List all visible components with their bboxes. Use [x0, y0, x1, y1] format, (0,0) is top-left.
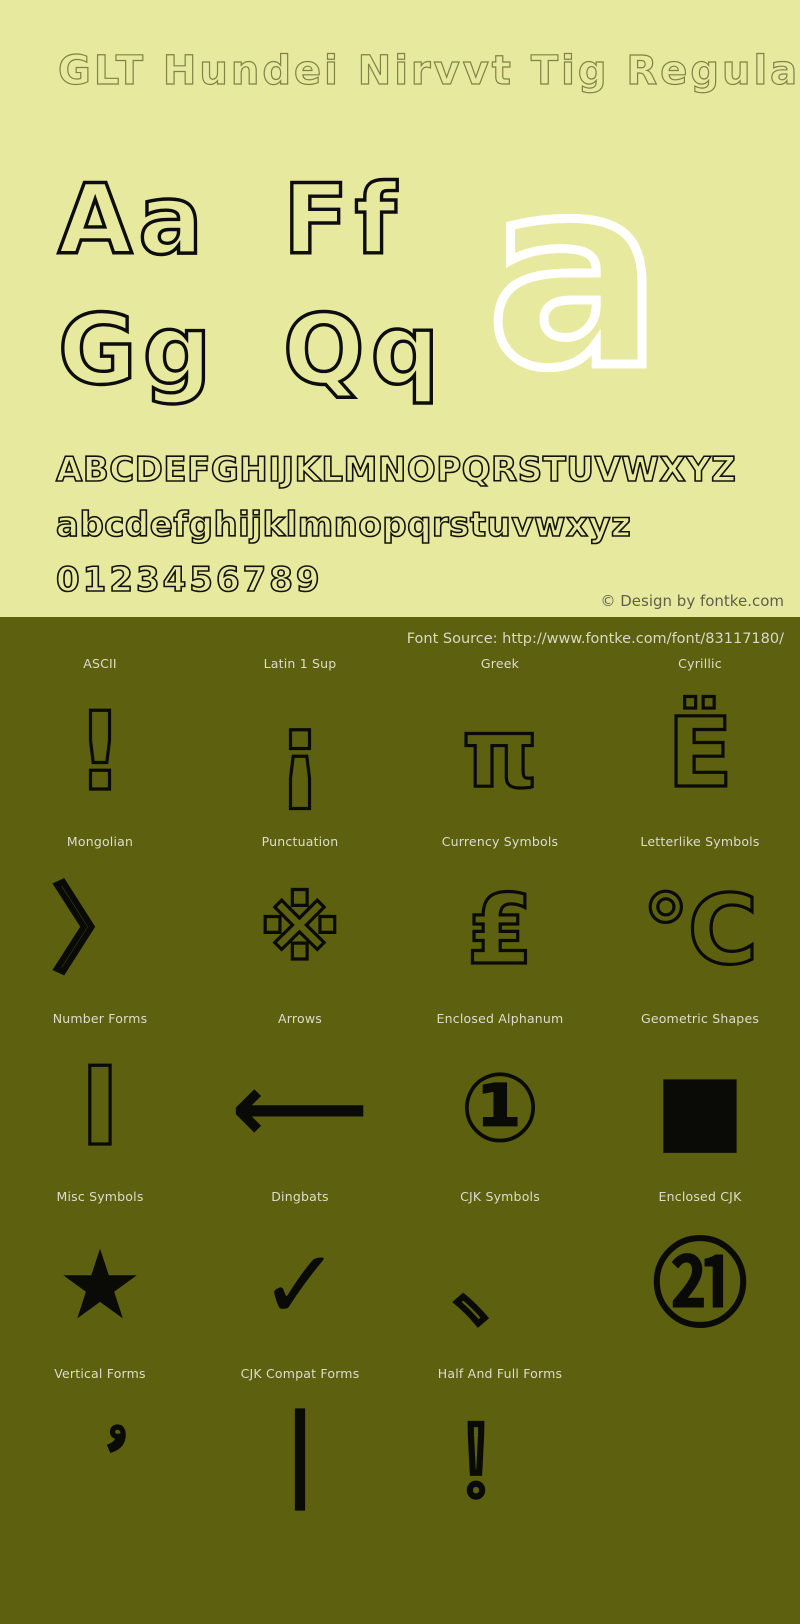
block-sample-glyph: ! [74, 689, 126, 815]
glyph-pair-ff: Ff [281, 164, 403, 276]
block-sample-glyph: 、 [450, 1229, 549, 1342]
block-sample-glyph: Ё [666, 696, 735, 809]
block-cell-number-forms[interactable]: Number Forms Ⅰ [0, 1008, 200, 1186]
block-label: Enclosed Alphanum [436, 1011, 564, 1026]
block-glyph-wrap: ㉑ [600, 1208, 800, 1364]
block-sample-glyph: 〉 [50, 874, 149, 987]
block-glyph-wrap: ! [0, 675, 200, 831]
block-label: Cyrillic [678, 656, 722, 671]
block-sample-glyph: ⟵ [231, 1051, 369, 1164]
block-label: Greek [480, 656, 520, 671]
block-cell-cyrillic[interactable]: Cyrillic Ё [600, 653, 800, 831]
block-sample-glyph: ｜ [250, 1406, 349, 1519]
block-label: Arrows [278, 1011, 322, 1026]
block-cell-empty [600, 1363, 800, 1541]
block-label: Letterlike Symbols [640, 833, 760, 849]
block-sample-glyph: π [460, 696, 539, 809]
block-sample-glyph: ✓ [259, 1229, 341, 1342]
specimen-panel: GLT Hundei Nirvvt Tig Regular Aa Ff Gg Q… [0, 0, 800, 617]
block-sample-glyph: ① [459, 1051, 541, 1164]
alphabet-block: ABCDEFGHIJKLMNOPQRSTUVWXYZ abcdefghijklm… [55, 443, 756, 608]
block-label: ASCII [83, 656, 117, 671]
block-sample-glyph: ︐ [65, 1423, 134, 1501]
block-glyph-wrap [600, 1385, 800, 1541]
block-label: Mongolian [66, 833, 134, 849]
block-label: Number Forms [52, 1011, 148, 1026]
block-row: Mongolian 〉 Punctuation ※ Currency Symbo… [0, 831, 800, 1009]
block-label: CJK Symbols [460, 1188, 540, 1204]
block-glyph-wrap: ★ [0, 1208, 200, 1364]
block-sample-glyph: ※ [258, 881, 343, 980]
font-specimen-page: GLT Hundei Nirvvt Tig Regular Aa Ff Gg Q… [0, 0, 800, 1624]
glyph-pair-aa: Aa [56, 164, 210, 276]
glyph-showcase: Aa Ff Gg Qq a [0, 124, 800, 430]
block-label: Misc Symbols [56, 1188, 144, 1204]
block-cell-enclosed-alphanum[interactable]: Enclosed Alphanum ① [400, 1008, 600, 1186]
design-credit: © Design by fontke.com [600, 592, 784, 610]
unicode-block-grid: ASCII ! Latin 1 Sup ¡ Greek π Cyrillic Ё… [0, 653, 800, 1541]
block-glyph-wrap: ① [400, 1030, 600, 1186]
block-cell-ascii[interactable]: ASCII ! [0, 653, 200, 831]
block-glyph-wrap: ！ [400, 1385, 600, 1541]
block-cell-cjk-compat-forms[interactable]: CJK Compat Forms ｜ [200, 1363, 400, 1541]
block-glyph-wrap: ¡ [200, 675, 400, 831]
block-glyph-wrap: ※ [200, 853, 400, 1009]
alphabet-uppercase-row: ABCDEFGHIJKLMNOPQRSTUVWXYZ [55, 449, 737, 491]
glyph-pair-qq: Qq [281, 294, 446, 406]
block-glyph-wrap: π [400, 675, 600, 831]
block-cell-greek[interactable]: Greek π [400, 653, 600, 831]
block-glyph-wrap: ｜ [200, 1385, 400, 1541]
block-cell-misc-symbols[interactable]: Misc Symbols ★ [0, 1186, 200, 1364]
block-cell-arrows[interactable]: Arrows ⟵ [200, 1008, 400, 1186]
block-row: Misc Symbols ★ Dingbats ✓ CJK Symbols 、 [0, 1186, 800, 1364]
block-glyph-wrap: ₤ [400, 853, 600, 1009]
block-label: Dingbats [271, 1188, 329, 1204]
block-label: Currency Symbols [441, 833, 559, 849]
block-glyph-wrap: ■ [600, 1030, 800, 1186]
block-label: Half And Full Forms [437, 1366, 563, 1381]
block-sample-glyph: Ⅰ [78, 1044, 121, 1170]
block-glyph-wrap: Ё [600, 675, 800, 831]
alphabet-lowercase-row: abcdefghijklmnopqrstuvwxyz [55, 504, 632, 546]
block-label: Enclosed CJK [658, 1188, 742, 1204]
block-sample-glyph: ₤ [465, 874, 535, 987]
block-label: Punctuation [261, 833, 339, 849]
block-glyph-wrap: 、 [400, 1208, 600, 1364]
block-row: Vertical Forms ︐ CJK Compat Forms ｜ Half… [0, 1363, 800, 1541]
coverage-panel: Font Source: http://www.fontke.com/font/… [0, 617, 800, 1624]
block-cell-mongolian[interactable]: Mongolian 〉 [0, 831, 200, 1009]
block-cell-geometric-shapes[interactable]: Geometric Shapes ■ [600, 1008, 800, 1186]
feature-glyph-a: a [482, 124, 666, 426]
block-label: Vertical Forms [54, 1366, 146, 1381]
block-cell-cjk-symbols[interactable]: CJK Symbols 、 [400, 1186, 600, 1364]
font-title: GLT Hundei Nirvvt Tig Regular [57, 47, 800, 94]
glyph-pair-gg: Gg [56, 294, 218, 406]
block-row: ASCII ! Latin 1 Sup ¡ Greek π Cyrillic Ё [0, 653, 800, 831]
block-cell-letterlike-symbols[interactable]: Letterlike Symbols ℃ [600, 831, 800, 1009]
block-sample-glyph: ℃ [640, 874, 759, 987]
block-cell-dingbats[interactable]: Dingbats ✓ [200, 1186, 400, 1364]
block-row: Number Forms Ⅰ Arrows ⟵ Enclosed Alphanu… [0, 1008, 800, 1186]
block-glyph-wrap: ⟵ [200, 1030, 400, 1186]
block-glyph-wrap: ︐ [0, 1385, 200, 1541]
block-glyph-wrap: ℃ [600, 853, 800, 1009]
block-cell-latin-1-sup[interactable]: Latin 1 Sup ¡ [200, 653, 400, 831]
block-cell-punctuation[interactable]: Punctuation ※ [200, 831, 400, 1009]
block-label: Geometric Shapes [640, 1011, 760, 1026]
block-sample-glyph: ■ [654, 1051, 746, 1164]
block-cell-currency-symbols[interactable]: Currency Symbols ₤ [400, 831, 600, 1009]
block-label: Latin 1 Sup [263, 656, 337, 671]
block-sample-glyph: ㉑ [652, 1229, 748, 1342]
block-sample-glyph: ¡ [274, 689, 326, 815]
block-glyph-wrap: ✓ [200, 1208, 400, 1364]
block-sample-glyph: ★ [56, 1229, 144, 1342]
block-label: CJK Compat Forms [240, 1366, 360, 1381]
block-cell-enclosed-cjk[interactable]: Enclosed CJK ㉑ [600, 1186, 800, 1364]
block-glyph-wrap: Ⅰ [0, 1030, 200, 1186]
block-sample-glyph: ！ [450, 1406, 549, 1519]
block-cell-half-and-full-forms[interactable]: Half And Full Forms ！ [400, 1363, 600, 1541]
block-glyph-wrap: 〉 [0, 853, 200, 1009]
font-source-link[interactable]: Font Source: http://www.fontke.com/font/… [407, 631, 784, 647]
block-cell-vertical-forms[interactable]: Vertical Forms ︐ [0, 1363, 200, 1541]
